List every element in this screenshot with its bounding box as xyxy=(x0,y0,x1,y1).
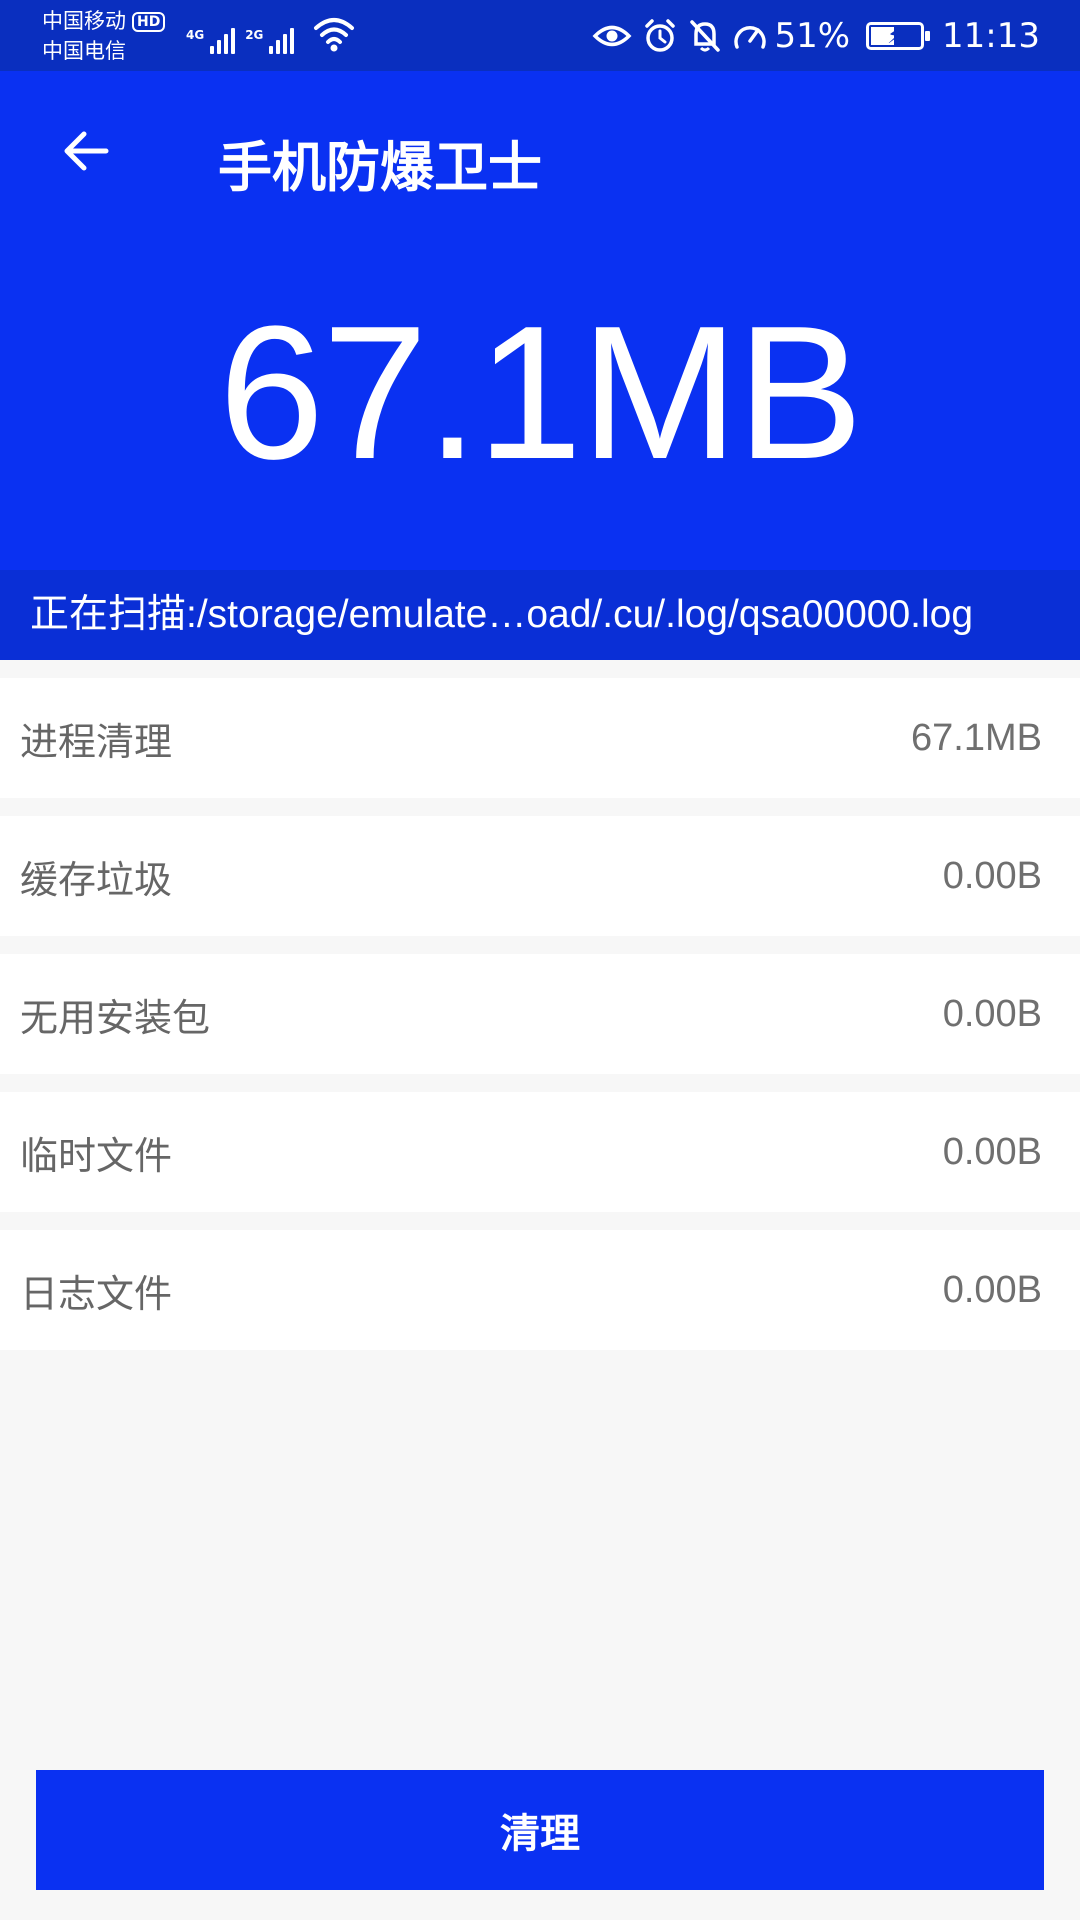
cleanup-category-list: 进程清理 67.1MB 缓存垃圾 0.00B 无用安装包 0.00B 临时文件 … xyxy=(0,660,1080,1350)
category-size: 0.00B xyxy=(942,1130,1042,1173)
category-useless-packages[interactable]: 无用安装包 0.00B xyxy=(0,954,1080,1074)
network-type-1: 4G xyxy=(186,28,205,42)
status-indicators: 51% ⚡ 11:13 xyxy=(592,14,1040,58)
category-label: 无用安装包 xyxy=(20,995,211,1040)
category-label: 临时文件 xyxy=(20,1133,173,1178)
category-size: 0.00B xyxy=(942,1268,1042,1311)
arrow-left-icon xyxy=(64,131,109,171)
carrier-info: 中国移动 HD 中国电信 xyxy=(42,6,166,66)
back-button[interactable] xyxy=(56,121,116,181)
hd-badge: HD xyxy=(132,12,166,32)
category-size: 0.00B xyxy=(942,992,1042,1035)
app-bar: 手机防爆卫士 xyxy=(0,71,1080,243)
battery-percent: 51% xyxy=(774,16,851,56)
category-cache-junk[interactable]: 缓存垃圾 0.00B xyxy=(0,816,1080,936)
category-log-files[interactable]: 日志文件 0.00B xyxy=(0,1230,1080,1350)
battery-charging-icon: ⚡ xyxy=(866,22,931,50)
category-size: 0.00B xyxy=(942,854,1042,897)
status-bar: 中国移动 HD 中国电信 4G 2G 51% ⚡ 11:13 xyxy=(0,0,1080,71)
network-type-2: 2G xyxy=(245,28,264,42)
carrier-2: 中国电信 xyxy=(42,39,126,63)
category-label: 日志文件 xyxy=(20,1271,173,1316)
carrier-1: 中国移动 xyxy=(42,9,126,33)
bell-off-icon xyxy=(690,20,721,52)
category-size: 67.1MB xyxy=(911,716,1042,759)
total-junk-size: 67.1MB xyxy=(218,287,864,499)
category-label: 缓存垃圾 xyxy=(20,857,173,902)
clock: 11:13 xyxy=(942,16,1040,56)
category-label: 进程清理 xyxy=(20,719,173,764)
category-process-cleanup[interactable]: 进程清理 67.1MB xyxy=(0,678,1080,798)
clean-button[interactable]: 清理 xyxy=(36,1770,1044,1890)
wifi-icon xyxy=(314,18,354,52)
scan-summary: 67.1MB xyxy=(0,243,1080,570)
eye-icon xyxy=(592,25,632,47)
page-title: 手机防爆卫士 xyxy=(218,136,542,199)
signal-icon: 4G 2G xyxy=(186,14,295,54)
category-temp-files[interactable]: 临时文件 0.00B xyxy=(0,1092,1080,1212)
speedometer-icon xyxy=(734,26,767,49)
alarm-icon xyxy=(645,19,676,52)
scan-path: 正在扫描:/storage/emulate…oad/.cu/.log/qsa00… xyxy=(0,570,1080,660)
